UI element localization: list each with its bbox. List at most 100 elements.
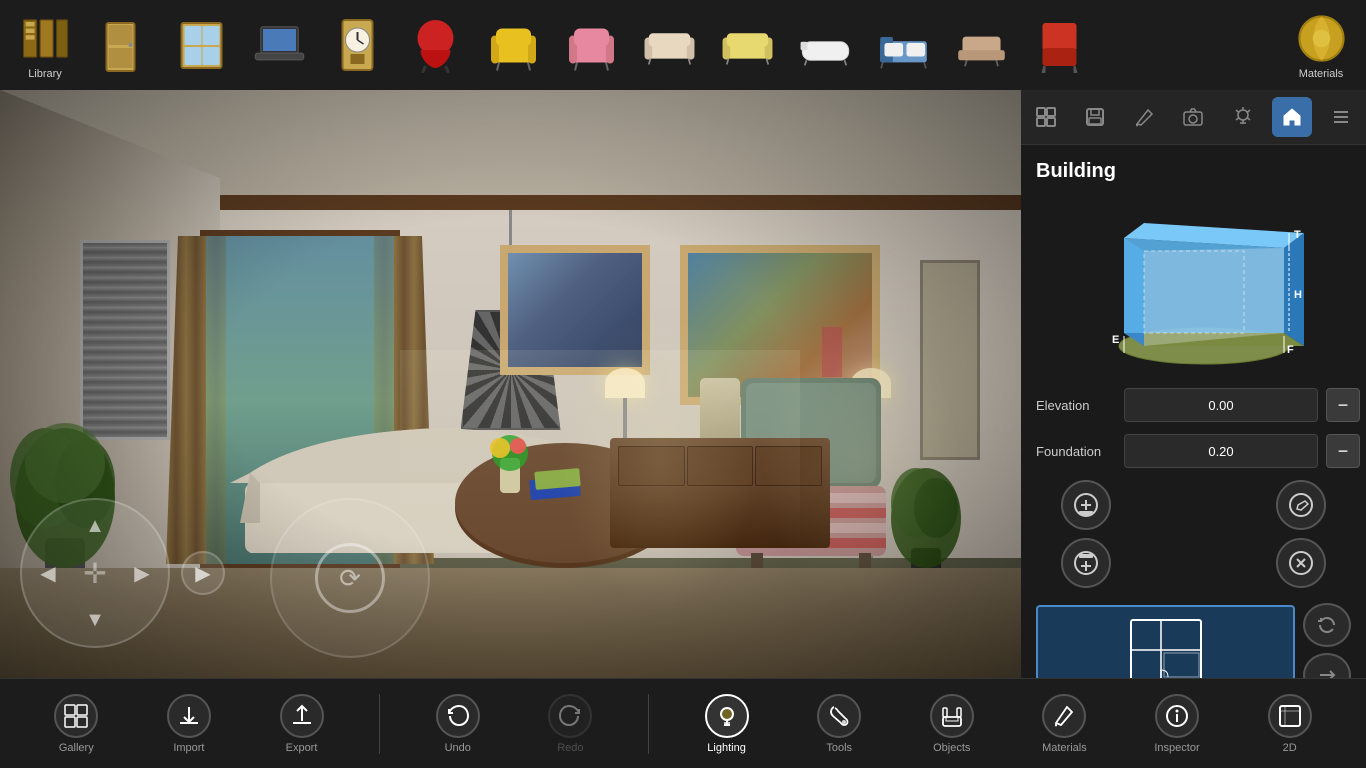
gallery-icon <box>54 694 98 738</box>
materials-icon <box>1294 11 1349 66</box>
furniture-armchair[interactable] <box>478 5 548 85</box>
furniture-pink-chair[interactable] <box>556 5 626 85</box>
objects-label: Objects <box>933 742 970 754</box>
undo-label: Undo <box>445 742 471 754</box>
elevation-row: Elevation − + <box>1036 388 1351 422</box>
right-panel: Building <box>1021 90 1366 678</box>
tab-objects[interactable] <box>1026 97 1066 137</box>
chair-red2-icon <box>1032 18 1087 73</box>
materials-button[interactable]: Materials <box>1286 5 1356 85</box>
objects-button[interactable]: Objects <box>917 684 987 764</box>
furniture-window[interactable] <box>166 5 236 85</box>
edit-floor-btn[interactable] <box>1276 480 1326 530</box>
main-area: ▲ ▼ ◀ ▶ ✛ ▶ ⟳ <box>0 90 1366 678</box>
tab-camera[interactable] <box>1173 97 1213 137</box>
viewport[interactable]: ▲ ▼ ◀ ▶ ✛ ▶ ⟳ <box>0 90 1021 678</box>
add-floor-above-btn[interactable] <box>1061 480 1111 530</box>
nav-controls: ▲ ▼ ◀ ▶ ✛ ▶ ⟳ <box>20 498 430 658</box>
import-icon <box>167 694 211 738</box>
bathtub-icon <box>798 18 853 73</box>
svg-text:F: F <box>1287 344 1294 356</box>
action-buttons <box>1036 480 1351 588</box>
furniture-chair-red2[interactable] <box>1024 5 1094 85</box>
materials-bottom-label: Materials <box>1042 742 1087 754</box>
separator-1 <box>379 694 380 754</box>
delete-floor-btn[interactable] <box>1276 538 1326 588</box>
undo-icon <box>436 694 480 738</box>
separator-2 <box>648 694 649 754</box>
lighting-label: Lighting <box>707 742 746 754</box>
gallery-button[interactable]: Gallery <box>41 684 111 764</box>
foundation-input[interactable] <box>1124 434 1318 468</box>
armchair-icon <box>486 18 541 73</box>
spacer-1 <box>1144 480 1194 530</box>
right-wall-panel <box>920 260 980 460</box>
rotate-plan-btn[interactable] <box>1303 603 1351 647</box>
building-3d-diagram: T H E F <box>1084 198 1304 368</box>
tools-label: Tools <box>826 742 852 754</box>
tab-list[interactable] <box>1321 97 1361 137</box>
add-floor-below-btn[interactable] <box>1061 538 1111 588</box>
library-icon <box>18 11 73 66</box>
library-label: Library <box>28 68 62 80</box>
window-icon <box>174 18 229 73</box>
pink-chair-icon <box>564 18 619 73</box>
foundation-row: Foundation − + <box>1036 434 1351 468</box>
svg-text:H: H <box>1294 289 1302 301</box>
2d-button[interactable]: 2D <box>1255 684 1325 764</box>
bed-icon <box>876 18 931 73</box>
inspector-label: Inspector <box>1154 742 1199 754</box>
gallery-label: Gallery <box>59 742 94 754</box>
materials-bottom-icon <box>1042 694 1086 738</box>
furniture-bathtub[interactable] <box>790 5 860 85</box>
tab-paint[interactable] <box>1124 97 1164 137</box>
furniture-ottoman[interactable] <box>946 5 1016 85</box>
export-label: Export <box>286 742 318 754</box>
furniture-bed[interactable] <box>868 5 938 85</box>
panel-tabs <box>1021 90 1366 145</box>
import-button[interactable]: Import <box>154 684 224 764</box>
undo-button[interactable]: Undo <box>423 684 493 764</box>
spacer-2 <box>1144 538 1194 588</box>
lighting-btn-icon <box>705 694 749 738</box>
svg-text:E: E <box>1112 334 1119 346</box>
tab-home[interactable] <box>1272 97 1312 137</box>
rotate-pad[interactable]: ⟳ <box>270 498 430 658</box>
materials-bottom-button[interactable]: Materials <box>1029 684 1099 764</box>
2d-icon <box>1268 694 1312 738</box>
floor-plan-selected[interactable] <box>1036 605 1295 678</box>
library-button[interactable]: Library <box>10 5 80 85</box>
foundation-label: Foundation <box>1036 444 1116 459</box>
svg-text:T: T <box>1294 229 1301 241</box>
clock-icon <box>330 18 385 73</box>
directional-pad[interactable]: ▲ ▼ ◀ ▶ ✛ ▶ <box>20 498 170 648</box>
elevation-decrease[interactable]: − <box>1326 388 1360 422</box>
furniture-sofa-yellow[interactable] <box>712 5 782 85</box>
furniture-laptop[interactable] <box>244 5 314 85</box>
redo-icon <box>548 694 592 738</box>
furniture-clock[interactable] <box>322 5 392 85</box>
top-toolbar: Library <box>0 0 1366 90</box>
materials-label: Materials <box>1299 68 1344 80</box>
2d-label: 2D <box>1283 742 1297 754</box>
elevation-label: Elevation <box>1036 398 1116 413</box>
door-icon <box>96 18 151 73</box>
inspector-button[interactable]: Inspector <box>1142 684 1212 764</box>
furniture-chair-red[interactable] <box>400 5 470 85</box>
furniture-sofa[interactable] <box>634 5 704 85</box>
elevation-input[interactable] <box>1124 388 1318 422</box>
export-button[interactable]: Export <box>267 684 337 764</box>
foundation-decrease[interactable]: − <box>1326 434 1360 468</box>
nav-pan-right[interactable]: ▶ <box>181 551 225 595</box>
nav-center[interactable]: ✛ <box>20 498 170 648</box>
tools-button[interactable]: Tools <box>804 684 874 764</box>
tab-lighting[interactable] <box>1223 97 1263 137</box>
redo-button[interactable]: Redo <box>535 684 605 764</box>
lighting-button[interactable]: Lighting <box>692 684 762 764</box>
tab-save[interactable] <box>1075 97 1115 137</box>
tools-icon <box>817 694 861 738</box>
building-preview: T H E F <box>1036 198 1351 368</box>
plant-right <box>886 448 966 578</box>
furniture-door[interactable] <box>88 5 158 85</box>
flip-plan-btn[interactable] <box>1303 653 1351 678</box>
